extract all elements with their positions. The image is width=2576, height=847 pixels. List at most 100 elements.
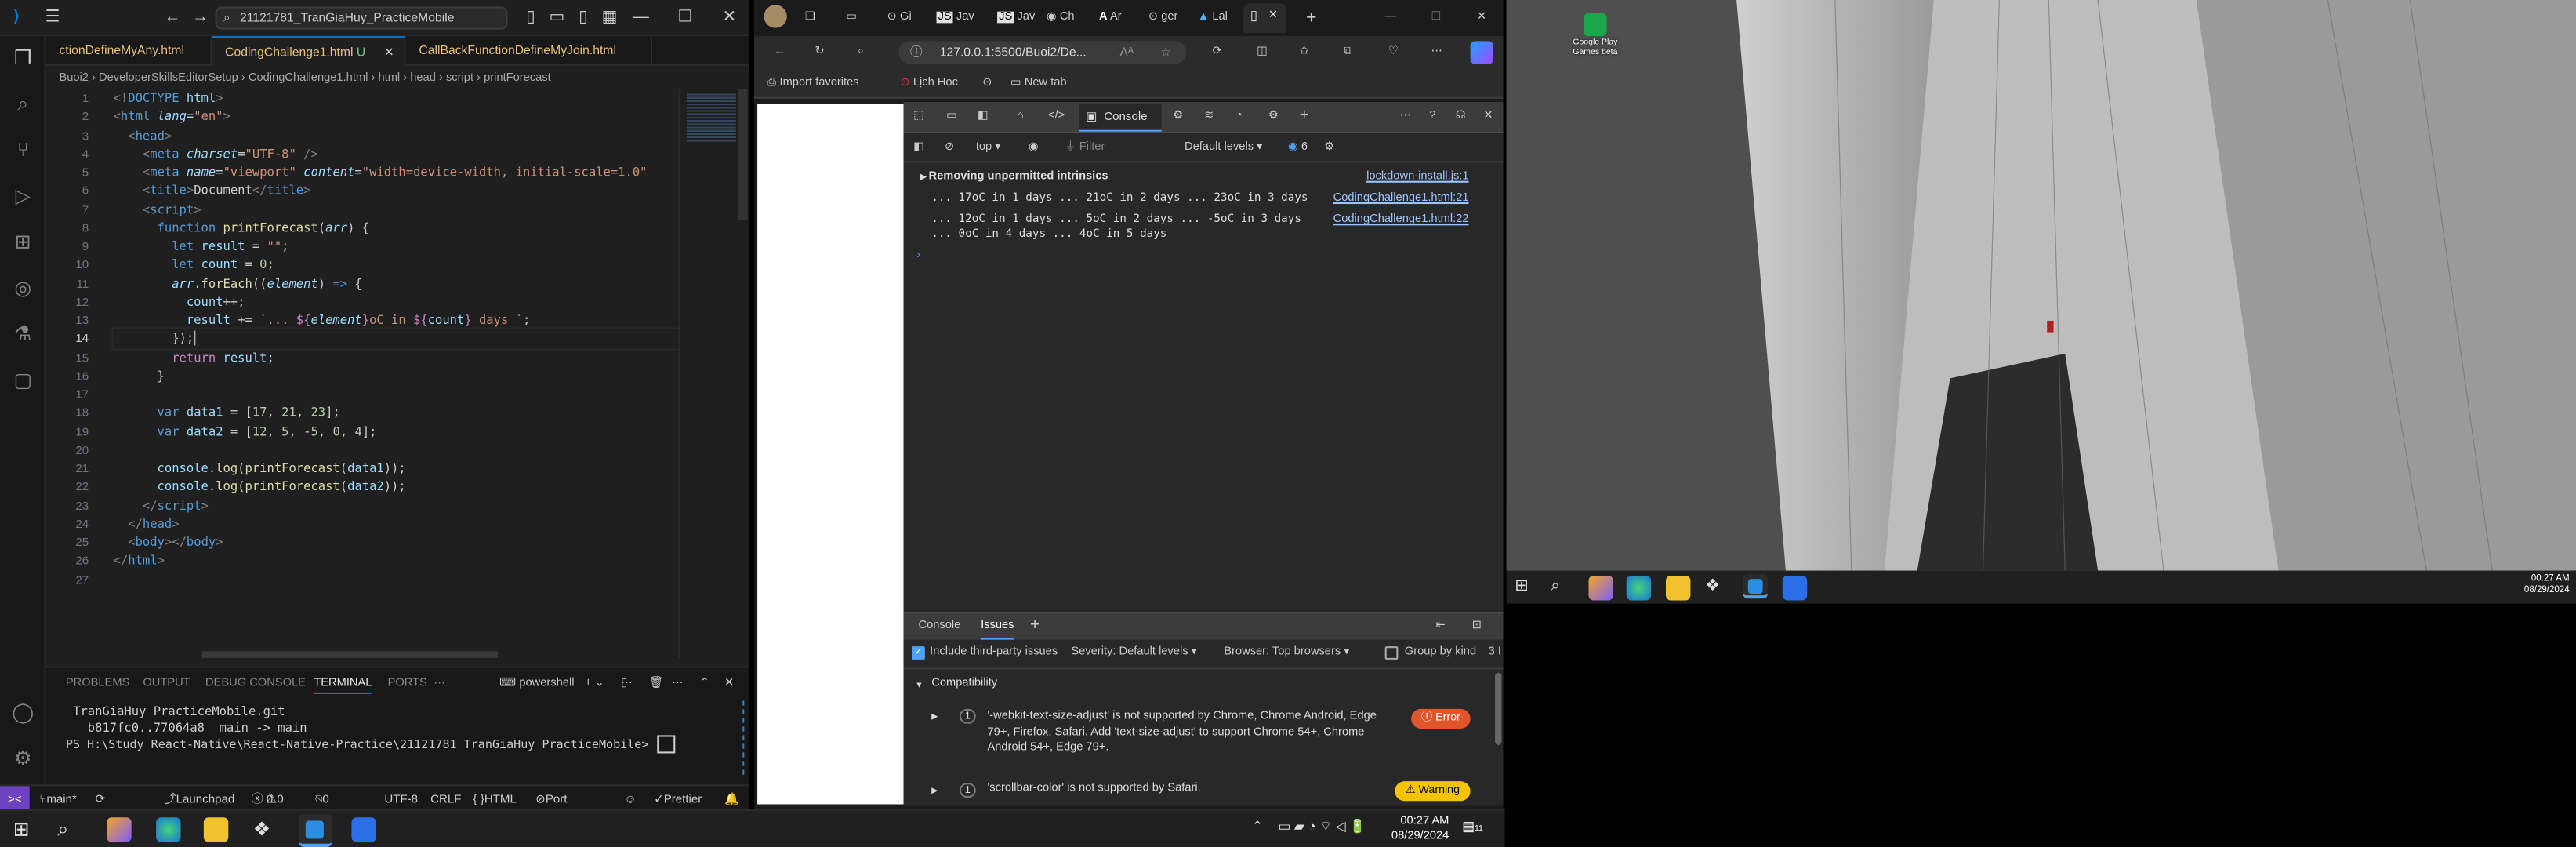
console-prompt[interactable]: › bbox=[916, 249, 920, 264]
new-terminal-button[interactable]: + ⌄ bbox=[585, 674, 604, 694]
breadcrumb-item[interactable]: html bbox=[378, 72, 400, 84]
edge-tab[interactable]: JS Jav bbox=[936, 5, 974, 31]
help-icon[interactable]: ? bbox=[1429, 104, 1435, 130]
favorite-item[interactable]: ⊕ Lịch Học bbox=[900, 71, 957, 97]
tab-coding-challenge[interactable]: CodingChallenge1.html U ✕ bbox=[212, 36, 406, 66]
elements-icon[interactable]: </> bbox=[1048, 104, 1065, 130]
menu-icon[interactable]: ☰ bbox=[42, 8, 62, 27]
accounts-icon[interactable]: ◯ bbox=[12, 700, 34, 723]
copilot-icon[interactable] bbox=[107, 817, 132, 842]
branch-indicator[interactable]: ⑂ main* bbox=[39, 786, 77, 810]
close-tab-icon[interactable]: ✕ bbox=[384, 38, 394, 66]
edge-icon[interactable] bbox=[156, 817, 181, 842]
copilot-icon[interactable] bbox=[1470, 41, 1493, 64]
device-emulation-icon[interactable]: ▭ bbox=[946, 104, 957, 130]
breadcrumb-item[interactable]: CodingChallenge1.html bbox=[249, 72, 368, 84]
source-link[interactable]: CodingChallenge1.html:22 bbox=[1333, 213, 1469, 228]
split-terminal-icon[interactable]: ▯ bbox=[621, 674, 627, 694]
zalo-icon[interactable] bbox=[1782, 575, 1808, 601]
minimize-icon[interactable]: — bbox=[631, 8, 651, 27]
tab-output[interactable]: OUTPUT bbox=[143, 674, 190, 694]
tab-terminal[interactable]: TERMINAL bbox=[314, 674, 372, 694]
collections-icon[interactable]: ⧉ bbox=[1344, 39, 1351, 66]
code-editor[interactable]: 1 2 3 4 5 6 7 8 9 10 11 12 13 14 15 16 1… bbox=[45, 89, 710, 658]
refresh-extension-icon[interactable]: ⟳ bbox=[1213, 39, 1222, 66]
favorite-item[interactable]: ⎙ Import favorites bbox=[767, 71, 859, 97]
minimize-icon[interactable]: — bbox=[1385, 5, 1397, 31]
refresh-icon[interactable]: ↻ bbox=[815, 39, 824, 66]
remote-explorer-icon[interactable]: ◎ bbox=[12, 276, 34, 299]
sidebar-toggle-icon[interactable]: ◧ bbox=[913, 135, 924, 162]
workspaces-icon[interactable]: ❏ bbox=[805, 5, 815, 31]
source-link[interactable]: CodingChallenge1.html:21 bbox=[1333, 191, 1469, 206]
app-icon[interactable]: ❖ bbox=[1705, 576, 1729, 600]
encoding-indicator[interactable]: UTF-8 bbox=[384, 786, 418, 810]
tab-ports[interactable]: PORTS bbox=[388, 674, 427, 694]
live-server-indicator[interactable]: ⊘ Port : 5500 bbox=[535, 786, 571, 847]
source-control-icon[interactable]: ⑂ bbox=[12, 138, 34, 161]
toggle-secondary-sidebar-icon[interactable]: ▯ bbox=[573, 8, 593, 27]
issues-counter[interactable]: ◉ 6 bbox=[1288, 135, 1308, 162]
edge-tab[interactable]: ◉ Ch bbox=[1047, 5, 1075, 31]
read-aloud-icon[interactable]: Aᴬ bbox=[1119, 41, 1134, 64]
add-drawer-tab-icon[interactable]: + bbox=[1030, 613, 1039, 640]
copilot-icon[interactable] bbox=[1588, 575, 1613, 601]
address-bar[interactable]: ⓘ 127.0.0.1:5500/Buoi2/De... Aᴬ ☆ bbox=[898, 41, 1187, 64]
sources-icon[interactable]: ⚙ bbox=[1173, 104, 1183, 130]
active-edge-tab[interactable]: ▯ ✕ bbox=[1243, 3, 1286, 33]
group-by-kind-checkbox[interactable] bbox=[1384, 646, 1399, 660]
prettier-indicator[interactable]: ✓ Prettier bbox=[654, 786, 702, 810]
forward-icon[interactable]: → bbox=[190, 8, 210, 27]
extensions-icon[interactable]: ⊞ bbox=[12, 231, 34, 253]
favorite-star-icon[interactable]: ☆ bbox=[1160, 41, 1171, 64]
tab-define-my-any[interactable]: ctionDefineMyAny.html bbox=[46, 36, 212, 66]
edge-tab[interactable]: A Ar bbox=[1099, 5, 1122, 31]
close-drawer-icon[interactable]: ⊡ bbox=[1472, 613, 1482, 640]
terminal-shell-selector[interactable]: ⌨ powershell bbox=[499, 674, 574, 694]
severity-dropdown[interactable]: Severity: Default levels ▾ bbox=[1071, 640, 1197, 667]
remote-indicator-icon[interactable]: >< bbox=[0, 786, 30, 811]
profile-avatar[interactable] bbox=[764, 5, 787, 28]
file-explorer-icon[interactable] bbox=[203, 817, 229, 842]
maximize-icon[interactable]: ☐ bbox=[675, 8, 695, 27]
maximize-panel-icon[interactable]: ⌃ bbox=[700, 674, 709, 694]
search-icon[interactable]: ⌕ bbox=[57, 817, 82, 842]
chat-icon[interactable]: ▢ bbox=[12, 369, 34, 391]
drawer-tab-console[interactable]: Console bbox=[918, 613, 960, 640]
vscode-taskbar-icon[interactable] bbox=[1743, 573, 1768, 599]
move-drawer-icon[interactable]: ⇤ bbox=[1436, 613, 1446, 640]
horizontal-scrollbar[interactable] bbox=[201, 651, 498, 658]
close-panel-icon[interactable]: ✕ bbox=[724, 674, 734, 694]
expand-arrow-icon[interactable]: ▶ bbox=[920, 173, 929, 183]
breadcrumb-item[interactable]: script bbox=[446, 72, 473, 84]
maximize-icon[interactable]: ☐ bbox=[1431, 5, 1441, 31]
issues-section-header[interactable]: ▼ Compatibility bbox=[904, 678, 1489, 697]
performance-icon[interactable]: ◔ bbox=[1235, 104, 1243, 130]
explorer-icon[interactable]: ❐ bbox=[12, 46, 34, 69]
panel-more-actions-icon[interactable]: ⋯ bbox=[672, 674, 684, 694]
start-icon[interactable]: ⊞ bbox=[1515, 576, 1539, 600]
tab-console[interactable]: ▣ Console bbox=[1079, 104, 1162, 132]
search-icon[interactable]: ⌕ bbox=[1551, 576, 1575, 600]
customize-icon[interactable]: ⋯ bbox=[1400, 104, 1412, 130]
more-options-icon[interactable]: ⋯ bbox=[1431, 39, 1442, 66]
issues-scrollbar[interactable] bbox=[1495, 672, 1502, 745]
minimap[interactable] bbox=[678, 89, 748, 658]
vscode-taskbar-icon[interactable] bbox=[299, 814, 332, 847]
panel-more-button[interactable]: ··· bbox=[434, 674, 445, 694]
browser-essentials-icon[interactable]: ♡ bbox=[1388, 39, 1399, 66]
edge-tab[interactable]: JS Jav bbox=[997, 5, 1035, 31]
settings-gear-icon[interactable]: ⚙ bbox=[1268, 104, 1279, 130]
back-icon[interactable]: ← bbox=[162, 8, 182, 27]
language-indicator[interactable]: { } HTML bbox=[473, 786, 517, 810]
context-selector[interactable]: top ▾ bbox=[976, 135, 1001, 162]
edge-icon[interactable] bbox=[1626, 575, 1652, 601]
welcome-icon[interactable]: ⌂ bbox=[1017, 104, 1024, 130]
launchpad-button[interactable]: ⤴ Launchpad bbox=[165, 786, 235, 810]
breadcrumb-item[interactable]: DeveloperSkillsEditorSetup bbox=[99, 72, 238, 84]
drawer-tab-issues[interactable]: Issues bbox=[981, 613, 1014, 640]
edge-tab[interactable]: ▲ Lal bbox=[1198, 5, 1228, 31]
search-view-icon[interactable]: ⌕ bbox=[12, 92, 34, 115]
tab-debug-console[interactable]: DEBUG CONSOLE bbox=[205, 674, 306, 694]
customize-layout-icon[interactable]: ▦ bbox=[600, 8, 619, 27]
